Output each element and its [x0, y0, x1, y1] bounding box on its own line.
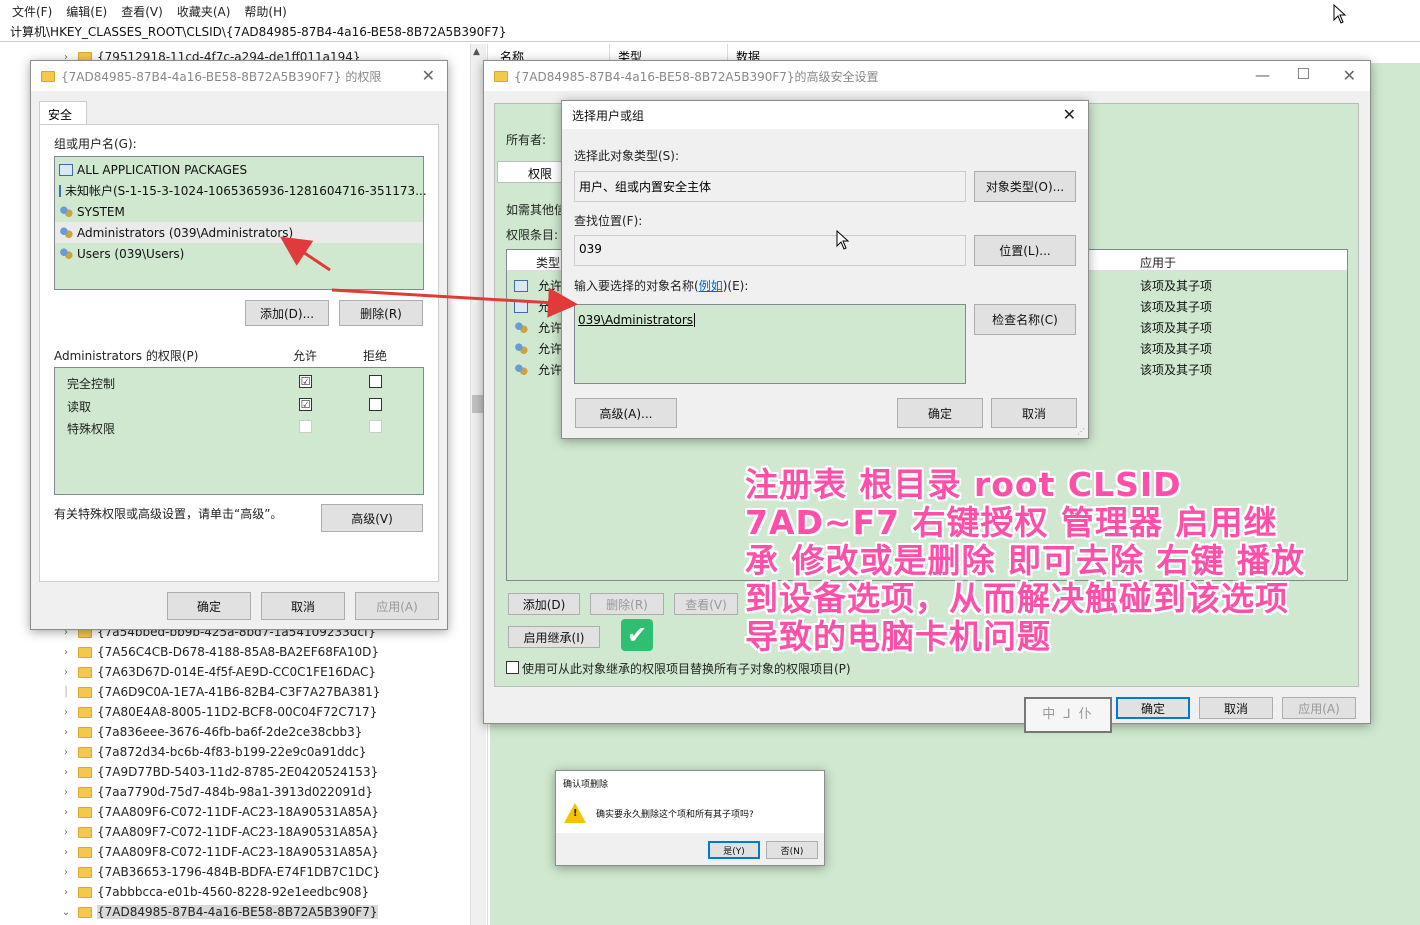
- warning-icon-mark: !: [573, 808, 578, 819]
- arrow-to-input: [331, 287, 578, 318]
- mouse-cursor-icon: [836, 230, 850, 250]
- annotation-text: 注册表 根目录 root CLSID 7AD~F7 右键授权 管理器 启用继承 …: [745, 465, 1305, 656]
- yes-button[interactable]: 是(Y): [708, 841, 760, 859]
- no-button[interactable]: 否(N): [766, 841, 818, 859]
- confirm-message: 确实要永久删除这个项和所有其子项吗?: [596, 810, 754, 820]
- confirm-title: 确认项删除: [563, 780, 609, 790]
- confirm-delete-dialog: 确认项删除 ! 确实要永久删除这个项和所有其子项吗? 是(Y) 否(N): [555, 770, 825, 866]
- mouse-cursor-icon: [1333, 4, 1347, 24]
- arrow-to-admin: [280, 236, 331, 272]
